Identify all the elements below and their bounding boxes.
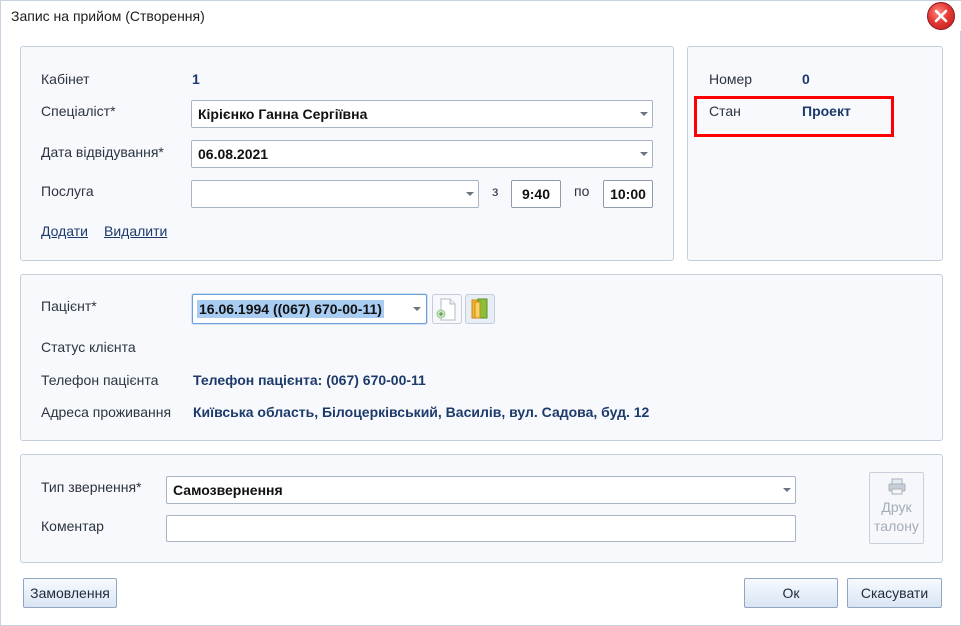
time-from-input[interactable]: 9:40 [511,180,561,208]
state-highlight-box [694,96,894,137]
service-select[interactable] [191,180,479,208]
number-value: 0 [802,71,810,87]
print-ticket-label-line2: талону [874,518,919,534]
time-from-label: з [492,183,499,199]
request-type-select[interactable]: Самозвернення [166,476,796,504]
print-ticket-button[interactable]: Друк талону [869,472,924,544]
phone-label: Телефон пацієнта [41,372,159,388]
date-value: 06.08.2021 [198,146,269,162]
chevron-down-icon [640,152,648,156]
patient-select[interactable]: 16.06.1994 ((067) 670-00-11) [192,294,427,324]
folder-book-icon [471,298,488,319]
window-title: Запис на прийом (Створення) [11,8,205,24]
new-patient-button[interactable] [432,294,462,324]
ok-button[interactable]: Ок [744,578,838,608]
patient-label: Пацієнт* [41,298,97,314]
patient-card-button[interactable] [465,294,495,324]
chevron-down-icon [466,192,474,196]
number-label: Номер [709,71,753,87]
date-label: Дата відвідування* [41,144,164,160]
comment-input[interactable] [166,515,796,542]
close-button[interactable] [927,2,955,30]
title-bar: Запис на прийом (Створення) [1,1,961,31]
request-panel [20,454,943,563]
close-icon [934,9,948,23]
service-label: Послуга [41,183,94,199]
add-service-link[interactable]: Додати [41,223,88,239]
comment-label: Коментар [41,518,104,534]
cabinet-value: 1 [192,71,200,87]
specialist-label: Спеціаліст* [41,103,116,119]
orders-button[interactable]: Замовлення [23,578,117,608]
remove-service-link[interactable]: Видалити [104,223,167,239]
chevron-down-icon [783,488,791,492]
phone-value: Телефон пацієнта: (067) 670-00-11 [193,372,426,388]
patient-value: 16.06.1994 ((067) 670-00-11) [197,300,384,318]
cabinet-label: Кабінет [41,71,90,87]
appointment-dialog: Запис на прийом (Створення) Кабінет 1 Сп… [0,0,961,626]
specialist-value: Кірієнко Ганна Сергіївна [198,106,368,122]
address-value: Київська область, Білоцерківський, Васил… [193,404,650,420]
add-document-icon [436,298,456,321]
print-ticket-label-line1: Друк [881,499,912,515]
address-label: Адреса проживання [41,404,172,420]
time-to-label: по [574,183,590,199]
printer-icon [888,478,905,495]
request-type-label: Тип звернення* [41,479,142,495]
cancel-button[interactable]: Скасувати [847,578,942,608]
request-type-value: Самозвернення [173,482,283,498]
date-select[interactable]: 06.08.2021 [191,140,653,168]
chevron-down-icon [413,307,421,311]
client-status-label: Статус клієнта [41,339,136,355]
time-to-input[interactable]: 10:00 [603,180,653,208]
chevron-down-icon [640,112,648,116]
specialist-select[interactable]: Кірієнко Ганна Сергіївна [191,100,653,128]
